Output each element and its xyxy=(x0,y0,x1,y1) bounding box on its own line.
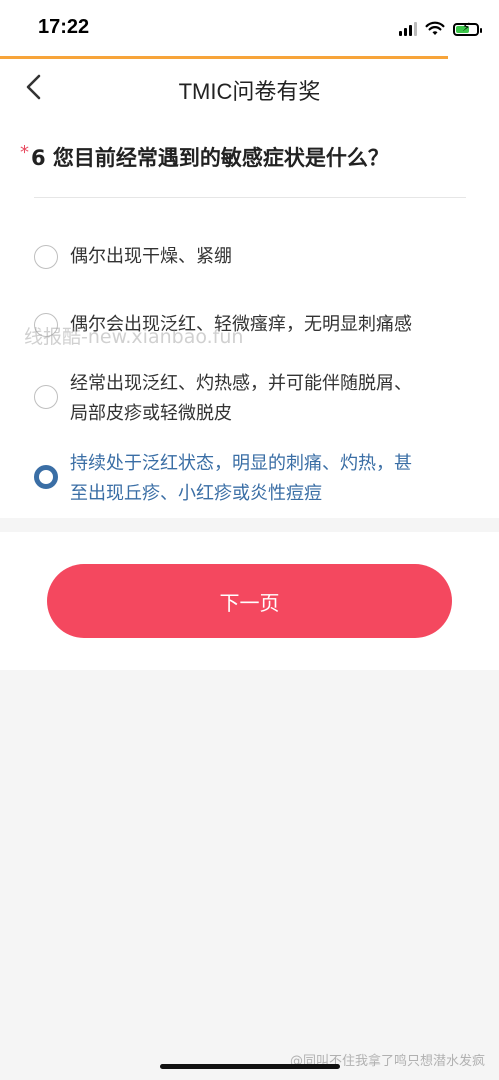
battery-charging-icon: ⚡ xyxy=(453,21,482,36)
status-icons: ⚡ xyxy=(399,18,482,40)
option-label-line: 持续处于泛红状态，明显的刺痛、灼热，甚 xyxy=(70,453,412,474)
option-label-line: 经常出现泛红、灼热感，并可能伴随脱屑、 xyxy=(70,373,412,394)
progress-bar xyxy=(0,56,448,59)
option-label: 偶尔出现干燥、紧绷 xyxy=(70,246,232,267)
home-indicator xyxy=(160,1064,340,1069)
next-page-button[interactable]: 下一页 xyxy=(47,564,452,638)
radio-button-checked[interactable] xyxy=(34,465,58,489)
watermark: 线报酷-new.xianbao.fun xyxy=(24,326,244,348)
option-label-line: 局部皮疹或轻微脱皮 xyxy=(70,403,232,424)
section-gap xyxy=(0,518,499,532)
option-label: 经常出现泛红、灼热感，并可能伴随脱屑、 局部皮疹或轻微脱皮 xyxy=(70,369,412,429)
option-1[interactable]: 偶尔出现干燥、紧绷 xyxy=(34,242,464,272)
required-mark: * xyxy=(20,142,29,163)
option-4[interactable]: 持续处于泛红状态，明显的刺痛、灼热，甚 至出现丘疹、小红疹或炎性痘痘 xyxy=(34,449,464,509)
divider xyxy=(34,197,466,198)
option-label: 持续处于泛红状态，明显的刺痛、灼热，甚 至出现丘疹、小红疹或炎性痘痘 xyxy=(70,449,412,509)
question-text: 6 您目前经常遇到的敏感症状是什么？ xyxy=(31,146,389,170)
option-3[interactable]: 经常出现泛红、灼热感，并可能伴随脱屑、 局部皮疹或轻微脱皮 xyxy=(34,369,464,429)
question-title: *6 您目前经常遇到的敏感症状是什么？ xyxy=(20,142,389,172)
wifi-icon xyxy=(425,21,445,35)
status-time: 17:22 xyxy=(38,16,90,38)
signal-icon xyxy=(399,22,417,36)
radio-button[interactable] xyxy=(34,245,58,269)
radio-button[interactable] xyxy=(34,385,58,409)
option-label-line: 至出现丘疹、小红疹或炎性痘痘 xyxy=(70,483,322,504)
page-title: TMIC问卷有奖 xyxy=(178,79,321,104)
